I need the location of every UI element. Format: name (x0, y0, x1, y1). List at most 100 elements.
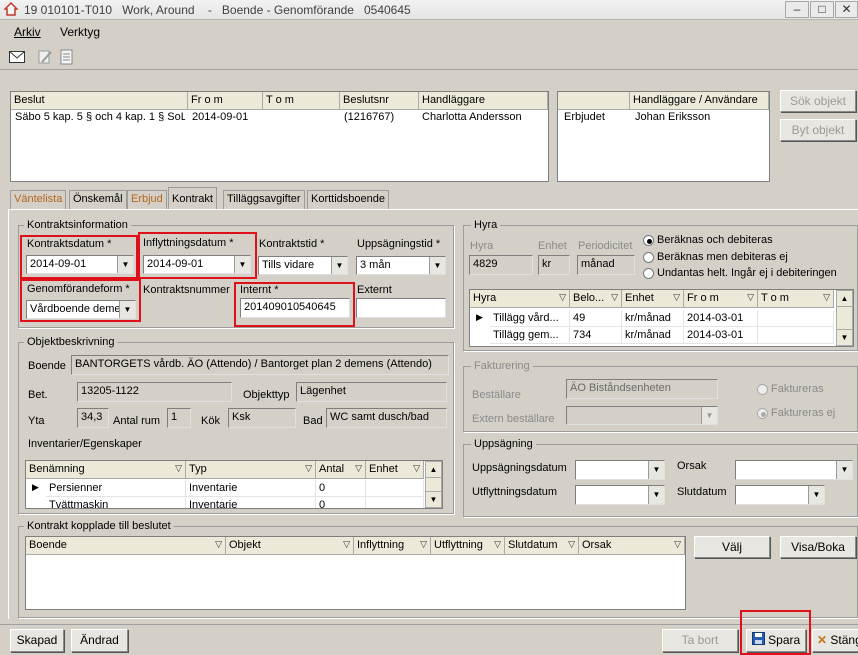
radio-faktureras-label[interactable]: Faktureras (771, 383, 824, 395)
inventarier-header-typ[interactable]: Typ ▽ (186, 461, 316, 479)
filter-icon[interactable]: ▽ (568, 539, 575, 550)
filter-icon[interactable]: ▽ (215, 539, 222, 550)
radio-undantas-label[interactable]: Undantas helt. Ingår ej i debiteringen (657, 267, 837, 279)
visa-boka-button[interactable]: Visa/Boka (780, 536, 856, 558)
table-row[interactable]: Säbo 5 kap. 5 § och 4 kap. 1 § SoL 2014-… (11, 110, 548, 126)
hyra-header-tom[interactable]: T o m ▽ (758, 290, 834, 308)
internt-input[interactable]: 201409010540645 (240, 298, 350, 318)
kopplade-header-utflyttning[interactable]: Utflyttning ▽ (431, 537, 505, 555)
slutdatum-input[interactable]: ▼ (735, 485, 825, 505)
kontraktstid-select[interactable]: Tills vidare ▼ (258, 256, 348, 275)
chevron-down-icon[interactable]: ▼ (429, 257, 445, 274)
chevron-down-icon[interactable]: ▼ (331, 257, 347, 274)
kopplade-header-boende[interactable]: Boende ▽ (26, 537, 226, 555)
andrad-button[interactable]: Ändrad (71, 629, 128, 652)
filter-icon[interactable]: ▽ (673, 292, 680, 303)
inventarier-header-benamning[interactable]: Benämning ▽ (26, 461, 186, 479)
stang-button[interactable]: ✕ Stäng (812, 629, 858, 652)
menu-verktyg[interactable]: Verktyg (60, 25, 100, 39)
handlaggare-header-name[interactable]: Handläggare / Användare (630, 92, 769, 110)
radio-berakna-debitera-label[interactable]: Beräknas och debiteras (657, 234, 773, 246)
beslut-header-handlaggare[interactable]: Handläggare (419, 92, 548, 110)
filter-icon[interactable]: ▽ (413, 463, 420, 474)
filter-icon[interactable]: ▽ (305, 463, 312, 474)
beslut-header-beslutsnr[interactable]: Beslutsnr (340, 92, 419, 110)
beslut-header-from[interactable]: Fr o m (188, 92, 263, 110)
radio-faktureras[interactable] (757, 384, 768, 395)
orsak-select[interactable]: ▼ (735, 460, 853, 480)
table-row[interactable]: Erbjudet Johan Eriksson (558, 110, 769, 126)
hyra-header-belopp[interactable]: Belo... ▽ (570, 290, 622, 308)
hyra-header-hyra[interactable]: Hyra ▽ (470, 290, 570, 308)
chevron-down-icon[interactable]: ▼ (648, 461, 664, 479)
filter-icon[interactable]: ▽ (355, 463, 362, 474)
handlaggare-header-type[interactable] (558, 92, 630, 110)
filter-icon[interactable]: ▽ (343, 539, 350, 550)
valj-button[interactable]: Välj (694, 536, 770, 558)
radio-faktureras-ej-label[interactable]: Faktureras ej (771, 407, 835, 419)
table-row[interactable]: Tvättmaskin Inventarie 0 (26, 497, 424, 508)
document-icon[interactable] (60, 49, 74, 68)
chevron-down-icon[interactable]: ▼ (808, 486, 824, 504)
chevron-down-icon[interactable]: ▼ (234, 256, 250, 273)
uppsagningstid-select[interactable]: 3 mån ▼ (356, 256, 446, 275)
sok-objekt-button[interactable]: Sök objekt (780, 90, 856, 112)
edit-document-icon[interactable] (37, 49, 53, 68)
minimize-button[interactable]: – (785, 1, 809, 18)
chevron-down-icon[interactable]: ▼ (117, 256, 133, 273)
radio-berakna-ej-debitera-label[interactable]: Beräknas men debiteras ej (657, 251, 788, 263)
kontraktsdatum-input[interactable]: 2014-09-01 ▼ (26, 255, 134, 274)
filter-icon[interactable]: ▽ (420, 539, 427, 550)
filter-icon[interactable]: ▽ (674, 539, 681, 550)
hyra-scrollbar[interactable]: ▲ ▼ (836, 290, 853, 346)
chevron-down-icon[interactable]: ▼ (119, 301, 135, 318)
uppsagningsdatum-input[interactable]: ▼ (575, 460, 665, 480)
ta-bort-button[interactable]: Ta bort (662, 629, 738, 652)
kopplade-header-objekt[interactable]: Objekt ▽ (226, 537, 354, 555)
filter-icon[interactable]: ▽ (747, 292, 754, 303)
inventarier-header-enhet[interactable]: Enhet ▽ (366, 461, 424, 479)
beslut-header-beslut[interactable]: Beslut (11, 92, 188, 110)
genomforandeform-select[interactable]: Vårdboende deme ▼ (26, 300, 136, 319)
hyra-header-enhet[interactable]: Enhet ▽ (622, 290, 684, 308)
filter-icon[interactable]: ▽ (494, 539, 501, 550)
tab-tillaggsavgifter[interactable]: Tilläggsavgifter (223, 190, 305, 209)
tab-erbjud[interactable]: Erbjud (127, 190, 167, 209)
chevron-down-icon[interactable]: ▼ (701, 407, 717, 424)
byt-objekt-button[interactable]: Byt objekt (780, 119, 856, 141)
table-row[interactable]: ▶ Persienner Inventarie 0 (26, 480, 424, 497)
radio-berakna-debitera[interactable] (643, 235, 654, 246)
inflyttningsdatum-input[interactable]: 2014-09-01 ▼ (143, 255, 251, 274)
close-button[interactable]: ✕ (835, 1, 858, 18)
kopplade-header-orsak[interactable]: Orsak ▽ (579, 537, 685, 555)
menu-arkiv[interactable]: Arkiv (14, 25, 41, 39)
kopplade-header-slutdatum[interactable]: Slutdatum ▽ (505, 537, 579, 555)
spara-button[interactable]: Spara (746, 629, 806, 652)
envelope-icon[interactable] (9, 51, 25, 66)
hyra-header-from[interactable]: Fr o m ▽ (684, 290, 758, 308)
tab-onskemal[interactable]: Önskemål (69, 190, 127, 209)
filter-icon[interactable]: ▽ (559, 292, 566, 303)
radio-faktureras-ej[interactable] (757, 408, 768, 419)
inventarier-header-antal[interactable]: Antal ▽ (316, 461, 366, 479)
kopplade-header-inflyttning[interactable]: Inflyttning ▽ (354, 537, 431, 555)
filter-icon[interactable]: ▽ (175, 463, 182, 474)
radio-berakna-ej-debitera[interactable] (643, 252, 654, 263)
tab-korttidsboende[interactable]: Korttidsboende (307, 190, 389, 209)
beslut-header-tom[interactable]: T o m (263, 92, 340, 110)
chevron-down-icon[interactable]: ▼ (648, 486, 664, 504)
filter-icon[interactable]: ▽ (611, 292, 618, 303)
radio-undantas[interactable] (643, 268, 654, 279)
extern-bestallare-select[interactable]: ▼ (566, 406, 718, 425)
tab-kontrakt[interactable]: Kontrakt (168, 187, 217, 210)
inventarier-scrollbar[interactable]: ▲ ▼ (425, 461, 442, 508)
chevron-down-icon[interactable]: ▼ (836, 461, 852, 479)
externt-input[interactable] (356, 298, 446, 318)
filter-icon[interactable]: ▽ (823, 292, 830, 303)
maximize-button[interactable]: □ (810, 1, 834, 18)
utflyttningsdatum-input[interactable]: ▼ (575, 485, 665, 505)
table-row[interactable]: ▶ Tillägg vård... 49 kr/månad 2014-03-01 (470, 310, 834, 327)
skapad-button[interactable]: Skapad (10, 629, 64, 652)
tab-vantelista[interactable]: Väntelista (10, 190, 67, 209)
table-row[interactable]: Tillägg gem... 734 kr/månad 2014-03-01 (470, 327, 834, 344)
